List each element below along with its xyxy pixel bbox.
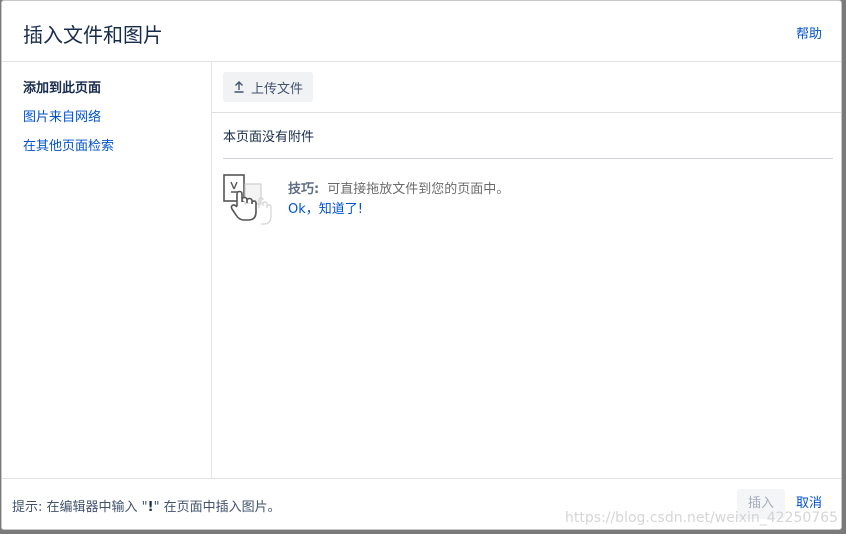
- insert-button[interactable]: 插入: [737, 489, 785, 519]
- sidebar-item-search-other-pages[interactable]: 在其他页面检索: [2, 136, 211, 165]
- tip-dismiss-link[interactable]: Ok，知道了!: [288, 198, 363, 217]
- no-attachments-message: 本页面没有附件: [223, 126, 833, 159]
- sidebar: 添加到此页面 图片来自网络 在其他页面检索: [2, 62, 212, 480]
- footer-hint-suffix: " 在页面中插入图片。: [153, 500, 281, 515]
- dialog-title: 插入文件和图片: [23, 23, 163, 47]
- cancel-button[interactable]: 取消: [796, 489, 822, 519]
- toolbar: 上传文件: [212, 62, 841, 113]
- sidebar-item-add-to-page[interactable]: 添加到此页面: [2, 78, 211, 107]
- sidebar-item-web-image[interactable]: 图片来自网络: [2, 107, 211, 136]
- insert-file-dialog: 插入文件和图片 帮助 添加到此页面 图片来自网络 在其他页面检索 上传文件 本页…: [1, 0, 842, 530]
- footer-hint-prefix: 提示: 在编辑器中输入 ": [12, 500, 148, 515]
- drag-drop-tip: 技巧: 可直接拖放文件到您的页面中。 Ok，知道了!: [223, 174, 833, 230]
- drag-hand-icon: [223, 174, 275, 232]
- help-link[interactable]: 帮助: [796, 23, 822, 42]
- tip-text-line: 技巧: 可直接拖放文件到您的页面中。: [288, 178, 509, 197]
- upload-file-button[interactable]: 上传文件: [223, 72, 314, 102]
- dialog-header: 插入文件和图片 帮助: [2, 1, 841, 62]
- dialog-footer: 提示: 在编辑器中输入 "!" 在页面中插入图片。 插入 取消: [2, 478, 841, 529]
- upload-file-label: 上传文件: [251, 81, 304, 97]
- main-panel: 上传文件 本页面没有附件 技巧: 可直接拖放文件到您的页面中。 Ok，知道了!: [212, 62, 841, 480]
- footer-hint: 提示: 在编辑器中输入 "!" 在页面中插入图片。: [12, 496, 281, 515]
- tip-label: 技巧:: [288, 182, 320, 197]
- upload-arrow-icon: [233, 81, 245, 93]
- tip-text: 可直接拖放文件到您的页面中。: [327, 182, 510, 197]
